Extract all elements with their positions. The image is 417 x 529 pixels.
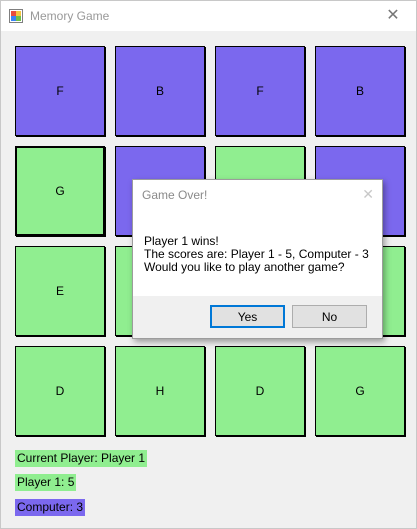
card-label: F <box>256 84 264 98</box>
card-label: F <box>56 84 64 98</box>
no-button[interactable]: No <box>292 305 367 328</box>
card-r1-c3[interactable]: F <box>215 46 305 136</box>
card-label: D <box>55 384 65 398</box>
card-label: B <box>355 84 364 98</box>
close-icon[interactable]: ✕ <box>370 1 416 31</box>
title-bar: Memory Game ✕ <box>1 1 416 31</box>
dialog-title: Game Over! <box>142 188 208 202</box>
card-r4-c3[interactable]: D <box>215 346 305 436</box>
current-player-label: Current Player: Player 1 <box>15 450 148 467</box>
card-r1-c2[interactable]: B <box>115 46 205 136</box>
card-r4-c2[interactable]: H <box>115 346 205 436</box>
card-r2-c1[interactable]: G <box>15 146 105 236</box>
card-label: E <box>55 284 64 298</box>
window-title: Memory Game <box>30 9 110 23</box>
yes-button[interactable]: Yes <box>210 305 285 328</box>
app-icon <box>9 9 23 23</box>
card-r4-c1[interactable]: D <box>15 346 105 436</box>
card-label: H <box>155 384 165 398</box>
card-r4-c4[interactable]: G <box>315 346 405 436</box>
card-r3-c1[interactable]: E <box>15 246 105 336</box>
card-label: D <box>255 384 265 398</box>
card-r1-c1[interactable]: F <box>15 46 105 136</box>
dialog-title-bar: Game Over! ✕ <box>133 180 382 210</box>
card-label: B <box>155 84 164 98</box>
computer-score-label: Computer: 3 <box>15 499 86 516</box>
card-r1-c4[interactable]: B <box>315 46 405 136</box>
play-again-prompt: Would you like to play another game? <box>144 260 345 274</box>
card-label: G <box>55 184 65 198</box>
game-over-dialog: Game Over! ✕ Player 1 wins! The scores a… <box>132 179 383 339</box>
close-icon[interactable]: ✕ <box>362 186 374 203</box>
card-label: G <box>355 384 365 398</box>
dialog-message-area: Player 1 wins! The scores are: Player 1 … <box>133 210 382 296</box>
player1-score-label: Player 1: 5 <box>15 474 77 491</box>
